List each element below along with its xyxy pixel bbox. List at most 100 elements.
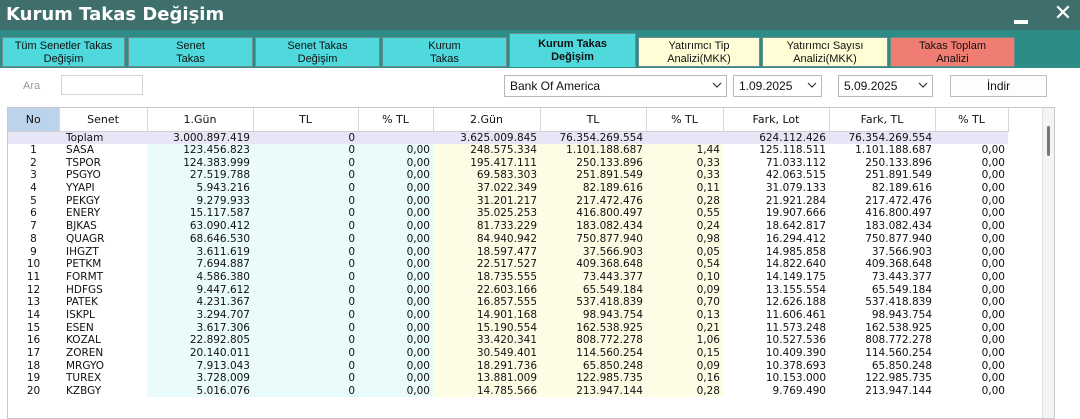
tab-label-line1: Yatırımcı Tip	[668, 39, 730, 52]
cell-tl2: 251.891.549	[540, 169, 646, 182]
column-header-pct1[interactable]: % TL	[358, 108, 434, 132]
download-button[interactable]: İndir	[950, 75, 1047, 97]
table-row[interactable]: 2 TSPOR 124.383.999 0 0,00 195.417.111 250.133…	[8, 156, 1008, 170]
cell-pct3: 0,00	[981, 296, 1005, 309]
data-grid[interactable]: No Senet 1.Gün TL % TL 2.Gün TL % TL Far…	[7, 107, 1055, 419]
cell-no: 17	[26, 347, 41, 360]
table-row[interactable]: 7 BJKAS 63.090.412 0 0,00 81.733.229 183.082.4…	[8, 219, 1008, 233]
table-row[interactable]: 11 FORMT 4.586.380 0 0,00 18.735.555 73.443.37…	[8, 270, 1008, 284]
table-row[interactable]: 16 KOZAL 22.892.805 0 0,00 33.420.341 808.772.…	[8, 334, 1008, 347]
tab-takas-toplam-analizi[interactable]: Takas Toplam Analizi	[890, 37, 1015, 67]
cell-pct3: 0,00	[981, 207, 1005, 220]
cell-tl2: 98.943.754	[540, 308, 646, 322]
column-header-tl2[interactable]: TL	[540, 108, 647, 132]
table-row[interactable]: 6 ENERY 15.117.587 0 0,00 35.025.253 416.800.4…	[8, 207, 1008, 220]
table-row[interactable]: 5 PEKGY 9.279.933 0 0,00 31.201.217 217.472.47…	[8, 194, 1008, 208]
tab-kurum-takas[interactable]: Kurum Takas	[382, 37, 507, 67]
cell-pct3: 0,00	[981, 359, 1005, 372]
cell-fark-tl: 1.101.188.687	[855, 144, 932, 157]
start-date-picker[interactable]: 1.09.2025	[733, 75, 822, 97]
table-row[interactable]: 9 IHGZT 3.611.619 0 0,00 18.597.477 37.566.903…	[8, 245, 1008, 258]
end-date-picker[interactable]: 5.09.2025	[838, 75, 933, 97]
cell-tl1: 0	[253, 257, 358, 271]
column-header-tl1[interactable]: TL	[253, 108, 359, 132]
cell-pct2: 0,33	[646, 169, 723, 182]
tab-kurum-takas-degisim[interactable]: Kurum Takas Değişim	[509, 33, 636, 67]
cell-pct3: 0,00	[981, 156, 1005, 169]
table-row[interactable]: 14 ISKPL 3.294.707 0 0,00 14.901.168 98.943.75…	[8, 308, 1008, 322]
cell-pct2: 0,54	[646, 257, 723, 271]
table-row[interactable]: 15 ESEN 3.617.306 0 0,00 15.190.554 162.538.92…	[8, 321, 1008, 334]
table-row[interactable]: 8 QUAGR 68.646.530 0 0,00 84.940.942 750.877.9…	[8, 232, 1008, 246]
chevron-down-icon	[807, 82, 817, 88]
chevron-down-icon	[712, 82, 722, 88]
tab-senet-takas[interactable]: Senet Takas	[128, 37, 253, 67]
column-header-fark-lot[interactable]: Fark, Lot	[723, 108, 830, 132]
cell-tl1: 0	[253, 308, 358, 322]
column-header-gun2[interactable]: 2.Gün	[433, 108, 541, 132]
cell-fark-tl: 114.560.254	[865, 347, 932, 360]
vertical-scrollbar[interactable]	[1042, 108, 1054, 418]
tab-yatirimci-tip-analizi[interactable]: Yatırımcı Tip Analizi(MKK)	[638, 37, 760, 67]
cell-gun1: 7.694.887	[147, 257, 253, 271]
tab-tum-senetler-takas-degisim[interactable]: Tüm Senetler Takas Değişim	[2, 37, 125, 67]
cell-pct3: 0,00	[981, 321, 1005, 334]
cell-fark-tl: 213.947.144	[865, 385, 932, 398]
column-header-pct3[interactable]: % TL	[935, 108, 1009, 132]
cell-senet: Toplam	[59, 131, 147, 144]
tab-label-line1: Kurum	[428, 39, 461, 52]
cell-tl1: 0	[253, 321, 358, 334]
table-row[interactable]: 17 ZOREN 20.140.011 0 0,00 30.549.401 114.560.…	[8, 346, 1008, 360]
scrollbar-thumb[interactable]	[1047, 126, 1050, 156]
column-header-fark-tl[interactable]: Fark, TL	[829, 108, 936, 132]
tab-label-line1: Takas Toplam	[918, 39, 987, 52]
search-input[interactable]	[61, 75, 143, 95]
cell-tl2: 250.133.896	[540, 156, 646, 170]
table-row[interactable]: 13 PATEK 4.231.367 0 0,00 16.857.555 537.418.8…	[8, 295, 1008, 309]
table-row[interactable]: 10 PETKM 7.694.887 0 0,00 22.517.527 409.368.6…	[8, 257, 1008, 271]
table-row[interactable]: 3 PSGYO 27.519.788 0 0,00 69.583.303 251.891.5…	[8, 169, 1008, 182]
total-row[interactable]: Toplam 3.000.897.419 0 3.625.009.845 76.…	[8, 131, 1008, 144]
cell-pct3: 0,00	[981, 258, 1005, 271]
cell-pct1: 0,00	[358, 219, 433, 233]
tab-senet-takas-degisim[interactable]: Senet Takas Değişim	[255, 37, 380, 67]
cell-tl1: 0	[253, 156, 358, 170]
tab-yatirimci-sayisi-analizi[interactable]: Yatırımcı Sayısı Analizi(MKK)	[762, 37, 888, 67]
column-header-gun1[interactable]: 1.Gün	[147, 108, 254, 132]
cell-fark-tl: 750.877.940	[865, 232, 932, 245]
table-row[interactable]: 12 HDFGS 9.447.612 0 0,00 22.603.166 65.549.18…	[8, 283, 1008, 296]
close-button[interactable]: ✕	[1050, 0, 1076, 28]
cell-gun2: 18.291.736	[433, 359, 540, 373]
cell-tl2: 114.560.254	[540, 346, 646, 360]
cell-fark-tl: 250.133.896	[865, 156, 932, 169]
table-row[interactable]: 4 YYAPI 5.943.216 0 0,00 37.022.349 82.189.616…	[8, 181, 1008, 195]
cell-fark-lot: 13.155.554	[765, 283, 826, 296]
cell-no: 6	[30, 207, 37, 220]
column-header-pct2[interactable]: % TL	[646, 108, 724, 132]
cell-pct2	[646, 131, 723, 144]
table-row[interactable]: 20 KZBGY 5.016.076 0 0,00 14.785.566 213.947.1…	[8, 384, 1008, 398]
cell-pct1: 0,00	[358, 321, 433, 334]
cell-senet: ISKPL	[66, 308, 95, 321]
tab-label-line2: Takas	[176, 52, 205, 65]
table-row[interactable]: 18 MRGYO 7.913.043 0 0,00 18.291.736 65.850.24…	[8, 359, 1008, 373]
cell-pct2: 0,70	[646, 295, 723, 309]
table-row[interactable]: 19 TUREX 3.728.009 0 0,00 13.881.009 122.985.7…	[8, 372, 1008, 385]
cell-fark-lot: 14.822.640	[765, 258, 826, 271]
broker-select[interactable]: Bank Of America	[504, 75, 727, 97]
cell-tl1: 0	[253, 143, 358, 157]
cell-pct1: 0,00	[358, 283, 433, 296]
column-header-no[interactable]: No	[8, 108, 60, 132]
cell-pct1: 0,00	[358, 334, 433, 347]
minimize-button[interactable]	[1008, 3, 1032, 27]
cell-tl1: 0	[253, 384, 358, 398]
cell-senet: PETKM	[66, 258, 102, 271]
cell-pct3: 0,00	[981, 144, 1005, 157]
cell-fark-tl: 537.418.839	[865, 296, 932, 309]
cell-tl2: 1.101.188.687	[540, 143, 646, 157]
cell-tl1: 0	[253, 359, 358, 373]
cell-senet: TSPOR	[66, 156, 101, 169]
cell-tl2: 217.472.476	[540, 194, 646, 208]
column-header-senet[interactable]: Senet	[59, 108, 148, 132]
table-row[interactable]: 1 SASA 123.456.823 0 0,00 248.575.334 1.101.18…	[8, 143, 1008, 157]
